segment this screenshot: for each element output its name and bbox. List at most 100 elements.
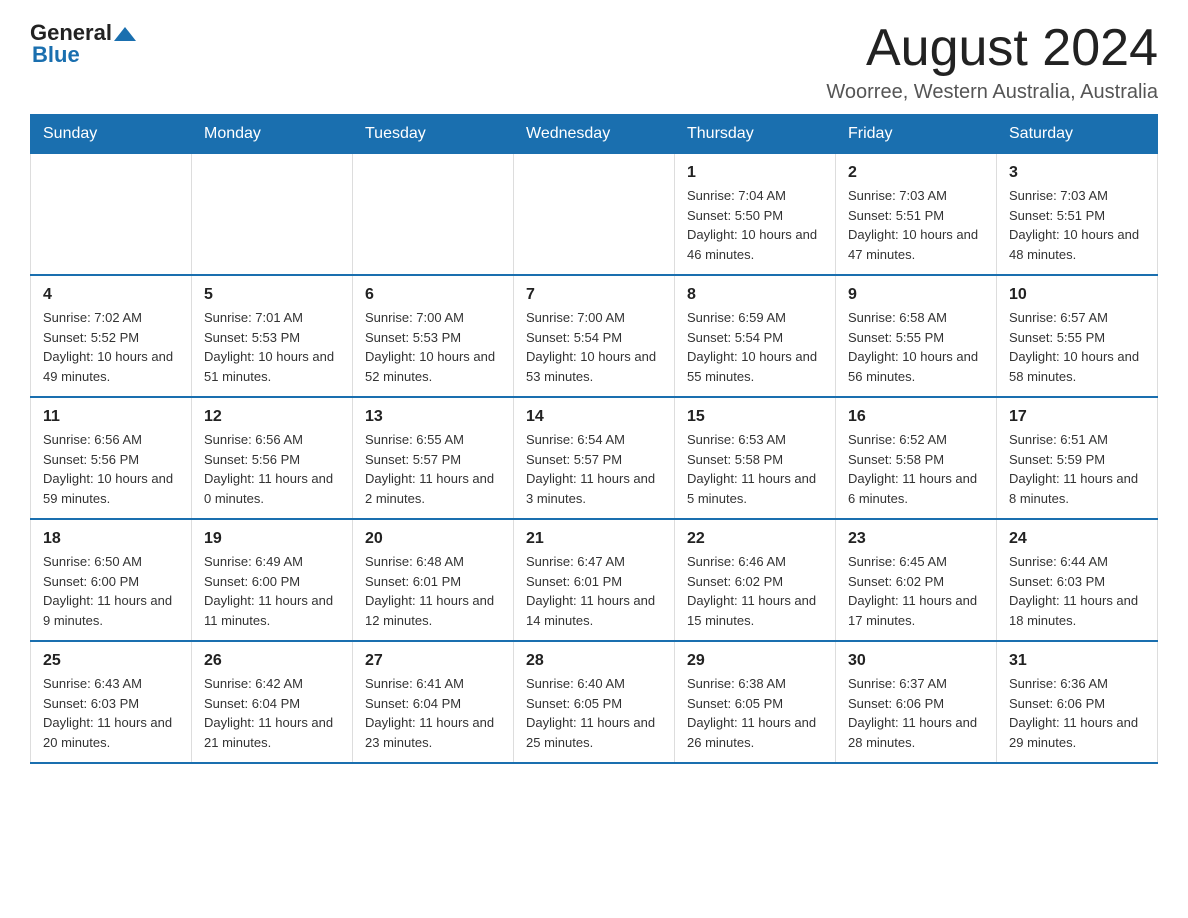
day-info: Sunrise: 6:41 AMSunset: 6:04 PMDaylight:…: [365, 674, 501, 752]
day-info: Sunrise: 6:47 AMSunset: 6:01 PMDaylight:…: [526, 552, 662, 630]
calendar-day-2: 2Sunrise: 7:03 AMSunset: 5:51 PMDaylight…: [836, 154, 997, 276]
day-info: Sunrise: 6:50 AMSunset: 6:00 PMDaylight:…: [43, 552, 179, 630]
day-number: 10: [1009, 286, 1145, 304]
calendar-day-26: 26 Sunrise: 6:42 AMSunset: 6:04 PMDayligh…: [192, 641, 353, 763]
day-info: Sunrise: 6:49 AMSunset: 6:00 PMDaylight:…: [204, 552, 340, 630]
day-info: Sunrise: 6:36 AMSunset: 6:06 PMDaylight:…: [1009, 674, 1145, 752]
calendar-day-11: 11 Sunrise: 6:56 AMSunset: 5:56 PMDayligh…: [31, 397, 192, 519]
calendar-day-19: 19 Sunrise: 6:49 AMSunset: 6:00 PMDayligh…: [192, 519, 353, 641]
day-number: 16: [848, 408, 984, 426]
day-info: Sunrise: 6:42 AMSunset: 6:04 PMDaylight:…: [204, 674, 340, 752]
day-number: 29: [687, 652, 823, 670]
calendar-empty-cell: [353, 154, 514, 276]
calendar-day-28: 28 Sunrise: 6:40 AMSunset: 6:05 PMDayligh…: [514, 641, 675, 763]
calendar-empty-cell: [514, 154, 675, 276]
day-info: Sunrise: 6:40 AMSunset: 6:05 PMDaylight:…: [526, 674, 662, 752]
calendar-day-29: 29Sunrise: 6:38 AMSunset: 6:05 PMDayligh…: [675, 641, 836, 763]
day-info: Sunrise: 6:53 AMSunset: 5:58 PMDaylight:…: [687, 430, 823, 508]
calendar-header-wednesday: Wednesday: [514, 115, 675, 154]
calendar-week-row: 25Sunrise: 6:43 AMSunset: 6:03 PMDayligh…: [31, 641, 1158, 763]
day-number: 20: [365, 530, 501, 548]
calendar-day-16: 16 Sunrise: 6:52 AMSunset: 5:58 PMDayligh…: [836, 397, 997, 519]
day-info: Sunrise: 7:04 AMSunset: 5:50 PMDaylight:…: [687, 186, 823, 264]
calendar-day-27: 27Sunrise: 6:41 AMSunset: 6:04 PMDayligh…: [353, 641, 514, 763]
calendar-day-13: 13 Sunrise: 6:55 AMSunset: 5:57 PMDayligh…: [353, 397, 514, 519]
calendar-day-20: 20Sunrise: 6:48 AMSunset: 6:01 PMDayligh…: [353, 519, 514, 641]
day-number: 25: [43, 652, 179, 670]
day-info: Sunrise: 6:51 AMSunset: 5:59 PMDaylight:…: [1009, 430, 1145, 508]
calendar-day-17: 17Sunrise: 6:51 AMSunset: 5:59 PMDayligh…: [997, 397, 1158, 519]
day-info: Sunrise: 7:03 AMSunset: 5:51 PMDaylight:…: [1009, 186, 1145, 264]
calendar-day-23: 23Sunrise: 6:45 AMSunset: 6:02 PMDayligh…: [836, 519, 997, 641]
day-info: Sunrise: 7:00 AMSunset: 5:54 PMDaylight:…: [526, 308, 662, 386]
day-number: 31: [1009, 652, 1145, 670]
day-info: Sunrise: 6:59 AMSunset: 5:54 PMDaylight:…: [687, 308, 823, 386]
day-info: Sunrise: 6:56 AMSunset: 5:56 PMDaylight:…: [204, 430, 340, 508]
day-number: 3: [1009, 164, 1145, 182]
day-info: Sunrise: 6:37 AMSunset: 6:06 PMDaylight:…: [848, 674, 984, 752]
day-info: Sunrise: 6:54 AMSunset: 5:57 PMDaylight:…: [526, 430, 662, 508]
day-number: 14: [526, 408, 662, 426]
calendar-day-24: 24 Sunrise: 6:44 AMSunset: 6:03 PMDayligh…: [997, 519, 1158, 641]
day-number: 30: [848, 652, 984, 670]
day-number: 12: [204, 408, 340, 426]
calendar-day-25: 25Sunrise: 6:43 AMSunset: 6:03 PMDayligh…: [31, 641, 192, 763]
day-number: 2: [848, 164, 984, 182]
day-number: 19: [204, 530, 340, 548]
calendar-day-8: 8 Sunrise: 6:59 AMSunset: 5:54 PMDaylight…: [675, 275, 836, 397]
calendar-day-15: 15 Sunrise: 6:53 AMSunset: 5:58 PMDayligh…: [675, 397, 836, 519]
calendar-day-4: 4 Sunrise: 7:02 AMSunset: 5:52 PMDaylight…: [31, 275, 192, 397]
calendar-table: SundayMondayTuesdayWednesdayThursdayFrid…: [30, 114, 1158, 764]
day-number: 28: [526, 652, 662, 670]
day-number: 9: [848, 286, 984, 304]
calendar-header-monday: Monday: [192, 115, 353, 154]
calendar-empty-cell: [31, 154, 192, 276]
day-info: Sunrise: 6:56 AMSunset: 5:56 PMDaylight:…: [43, 430, 179, 508]
day-info: Sunrise: 6:46 AMSunset: 6:02 PMDaylight:…: [687, 552, 823, 630]
day-number: 18: [43, 530, 179, 548]
calendar-day-12: 12 Sunrise: 6:56 AMSunset: 5:56 PMDayligh…: [192, 397, 353, 519]
day-info: Sunrise: 6:52 AMSunset: 5:58 PMDaylight:…: [848, 430, 984, 508]
day-number: 15: [687, 408, 823, 426]
day-number: 6: [365, 286, 501, 304]
day-info: Sunrise: 6:44 AMSunset: 6:03 PMDaylight:…: [1009, 552, 1145, 630]
calendar-day-3: 3 Sunrise: 7:03 AMSunset: 5:51 PMDaylight…: [997, 154, 1158, 276]
calendar-day-6: 6 Sunrise: 7:00 AMSunset: 5:53 PMDaylight…: [353, 275, 514, 397]
day-number: 13: [365, 408, 501, 426]
calendar-day-5: 5 Sunrise: 7:01 AMSunset: 5:53 PMDaylight…: [192, 275, 353, 397]
calendar-day-31: 31 Sunrise: 6:36 AMSunset: 6:06 PMDayligh…: [997, 641, 1158, 763]
calendar-week-row: 1 Sunrise: 7:04 AMSunset: 5:50 PMDaylight…: [31, 154, 1158, 276]
day-info: Sunrise: 6:58 AMSunset: 5:55 PMDaylight:…: [848, 308, 984, 386]
calendar-day-18: 18 Sunrise: 6:50 AMSunset: 6:00 PMDayligh…: [31, 519, 192, 641]
calendar-header-saturday: Saturday: [997, 115, 1158, 154]
calendar-week-row: 11 Sunrise: 6:56 AMSunset: 5:56 PMDayligh…: [31, 397, 1158, 519]
day-number: 23: [848, 530, 984, 548]
calendar-day-30: 30 Sunrise: 6:37 AMSunset: 6:06 PMDayligh…: [836, 641, 997, 763]
day-info: Sunrise: 7:01 AMSunset: 5:53 PMDaylight:…: [204, 308, 340, 386]
day-number: 8: [687, 286, 823, 304]
calendar-header-row: SundayMondayTuesdayWednesdayThursdayFrid…: [31, 115, 1158, 154]
day-number: 1: [687, 164, 823, 182]
day-info: Sunrise: 6:55 AMSunset: 5:57 PMDaylight:…: [365, 430, 501, 508]
day-number: 24: [1009, 530, 1145, 548]
calendar-day-14: 14 Sunrise: 6:54 AMSunset: 5:57 PMDayligh…: [514, 397, 675, 519]
month-title: August 2024: [826, 20, 1158, 77]
calendar-header-friday: Friday: [836, 115, 997, 154]
day-number: 7: [526, 286, 662, 304]
day-info: Sunrise: 7:00 AMSunset: 5:53 PMDaylight:…: [365, 308, 501, 386]
logo-blue-text: Blue: [32, 42, 80, 68]
day-number: 5: [204, 286, 340, 304]
day-number: 21: [526, 530, 662, 548]
day-number: 26: [204, 652, 340, 670]
calendar-day-1: 1 Sunrise: 7:04 AMSunset: 5:50 PMDaylight…: [675, 154, 836, 276]
calendar-empty-cell: [192, 154, 353, 276]
day-info: Sunrise: 7:02 AMSunset: 5:52 PMDaylight:…: [43, 308, 179, 386]
day-number: 11: [43, 408, 179, 426]
calendar-header-tuesday: Tuesday: [353, 115, 514, 154]
location-subtitle: Woorree, Western Australia, Australia: [826, 81, 1158, 104]
day-number: 4: [43, 286, 179, 304]
page-header: General Blue August 2024 Woorree, Wester…: [30, 20, 1158, 104]
title-block: August 2024 Woorree, Western Australia, …: [826, 20, 1158, 104]
logo: General Blue: [30, 20, 136, 68]
calendar-header-thursday: Thursday: [675, 115, 836, 154]
